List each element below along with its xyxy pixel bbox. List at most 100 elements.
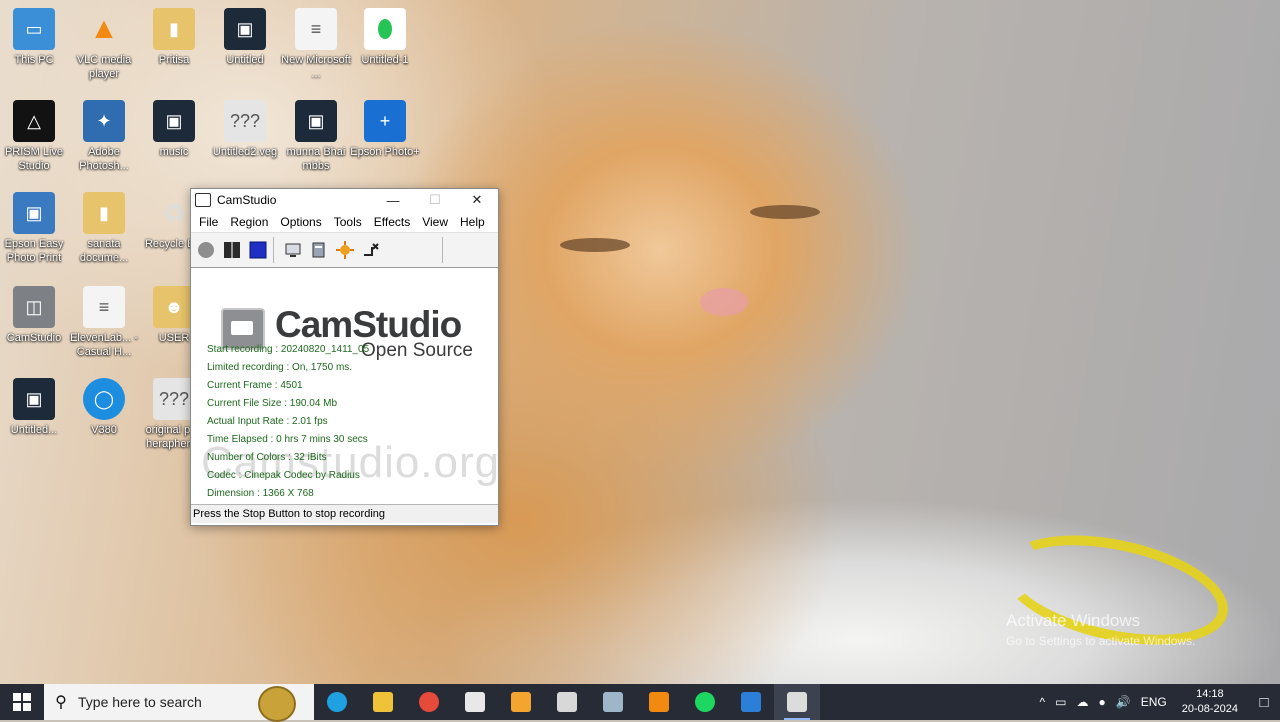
desktop-icon-label: VLC media player (76, 54, 132, 80)
desktop-icon[interactable]: ▣ Epson Easy Photo Print (0, 192, 70, 265)
windows-logo-icon (13, 693, 31, 711)
taskbar-app-vegas[interactable] (544, 684, 590, 720)
desktop-icon[interactable]: ▣ munna Bhai mbbs (280, 100, 352, 173)
toolbar-separator (442, 237, 443, 263)
wallpaper-detail (560, 238, 630, 252)
taskbar-app-file-explorer[interactable] (360, 684, 406, 720)
taskbar-app-video-editor[interactable] (452, 684, 498, 720)
effects-icon (336, 241, 354, 259)
desktop-icon[interactable]: ✦ Adobe Photosh... (68, 100, 140, 173)
taskbar-app-edge[interactable] (314, 684, 360, 720)
menu-region[interactable]: Region (224, 215, 274, 229)
taskbar-app-drawing-app[interactable] (728, 684, 774, 720)
menu-help[interactable]: Help (454, 215, 491, 229)
prism-icon: △ (13, 100, 55, 142)
chrome-icon (419, 692, 439, 712)
annotation-button[interactable] (308, 239, 330, 261)
video-file-icon: ▣ (153, 100, 195, 142)
desktop-icon[interactable]: △ PRISM Live Studio (0, 100, 70, 173)
desktop-icon[interactable]: ≡ ElevenLab... - Casual H... (68, 286, 140, 359)
info-time-elapsed: Time Elapsed : 0 hrs 7 mins 30 secs (207, 434, 368, 445)
file-explorer-icon (373, 692, 393, 712)
video-editor-icon (465, 692, 485, 712)
desktop-icon[interactable]: ▣ Untitled (209, 8, 281, 67)
taskbar: ⚲ Type here to search ^ ▭ ☁ ● 🔊 ENG 14:1… (0, 684, 1280, 722)
start-button[interactable] (0, 684, 44, 720)
close-button[interactable]: ✕ (456, 189, 498, 211)
language-indicator[interactable]: ENG (1136, 695, 1172, 709)
spotify-icon (695, 692, 715, 712)
camstudio-window[interactable]: CamStudio — ☐ ✕ File Region Options Tool… (190, 188, 499, 526)
tray-chevron-icon[interactable]: ^ (1035, 695, 1051, 709)
desktop-icon[interactable]: ▣ Untitled... (0, 378, 70, 437)
menu-tools[interactable]: Tools (328, 215, 368, 229)
info-current-frame: Current Frame : 4501 (207, 380, 303, 391)
desktop-icon[interactable]: ≡ New Microsoft ... (280, 8, 352, 81)
taskbar-app-media-player[interactable] (498, 684, 544, 720)
menu-bar: File Region Options Tools Effects View H… (191, 211, 498, 232)
pause-icon (224, 242, 240, 258)
desktop-icon-label: V380 (91, 424, 117, 436)
camera-icon (603, 692, 623, 712)
desktop-icon[interactable]: ▲ VLC media player (68, 8, 140, 81)
effects-button[interactable] (334, 239, 356, 261)
clock[interactable]: 14:18 20-08-2024 (1172, 687, 1248, 717)
desktop-icon-label: Adobe Photosh... (79, 146, 129, 172)
desktop-icon-label: munna Bhai mbbs (286, 146, 346, 172)
desktop-icon[interactable]: ??? Untitled2.veg (209, 100, 281, 159)
green-dot-icon (364, 8, 406, 50)
menu-effects[interactable]: Effects (368, 215, 416, 229)
record-button[interactable] (195, 239, 217, 261)
desktop-icon[interactable]: ▣ music (138, 100, 210, 159)
search-highlight-icon (258, 686, 296, 722)
vegas-icon (557, 692, 577, 712)
desktop-icon[interactable]: ▭ This PC (0, 8, 70, 67)
epson-icon: + (364, 100, 406, 142)
taskbar-app-chrome[interactable] (406, 684, 452, 720)
desktop-icon[interactable]: Untitled-1 (349, 8, 421, 67)
desktop-icon[interactable]: ◫ CamStudio (0, 286, 70, 345)
desktop-icon-label: This PC (14, 54, 54, 66)
desktop-icon-label: music (159, 146, 189, 158)
menu-view[interactable]: View (416, 215, 454, 229)
volume-icon[interactable]: 🔊 (1111, 695, 1136, 709)
desktop-icon-label: ElevenLab... - Casual H... (70, 332, 138, 358)
pause-button[interactable] (221, 239, 243, 261)
window-titlebar[interactable]: CamStudio — ☐ ✕ (191, 189, 498, 211)
stop-button[interactable] (247, 239, 269, 261)
menu-file[interactable]: File (193, 215, 224, 229)
taskbar-app-camstudio[interactable] (774, 684, 820, 720)
microphone-icon[interactable]: ● (1094, 695, 1111, 709)
minimize-button[interactable]: — (372, 189, 414, 211)
menu-options[interactable]: Options (274, 215, 327, 229)
system-tray: ^ ▭ ☁ ● 🔊 ENG 14:18 20-08-2024 □ (1035, 684, 1280, 720)
desktop-icon[interactable]: + Epson Photo+ (349, 100, 421, 159)
taskbar-app-camera[interactable] (590, 684, 636, 720)
taskbar-app-vlc[interactable] (636, 684, 682, 720)
notification-icon[interactable]: □ (1248, 694, 1280, 711)
unknown-file-icon: ??? (153, 378, 195, 420)
toolbar (191, 232, 498, 268)
video-file-icon: ▣ (13, 378, 55, 420)
video-file-icon: ▣ (224, 8, 266, 50)
desktop-icon-label: Pritisa (158, 54, 190, 66)
window-title: CamStudio (217, 193, 277, 207)
desktop-icon[interactable]: ▮ sanata docume... (68, 192, 140, 265)
desktop-icon[interactable]: ◯ V380 (68, 378, 140, 437)
cloud-icon[interactable]: ☁ (1072, 695, 1094, 709)
folder-icon: ▮ (83, 192, 125, 234)
screen-button[interactable] (282, 239, 304, 261)
desktop-icon-label: Epson Easy Photo Print (4, 238, 64, 264)
camstudio-icon: ◫ (13, 286, 55, 328)
taskbar-search-box[interactable]: ⚲ Type here to search (44, 684, 314, 722)
this-pc-icon: ▭ (13, 8, 55, 50)
desktop-icon-label: sanata docume... (79, 238, 129, 264)
taskbar-app-spotify[interactable] (682, 684, 728, 720)
v380-icon: ◯ (83, 378, 125, 420)
recording-info-panel: CamStudio Open Source Camstudio.org Star… (191, 268, 498, 504)
region-button[interactable] (360, 239, 382, 261)
maximize-button[interactable]: ☐ (414, 189, 456, 211)
document-icon: ≡ (83, 286, 125, 328)
desktop-icon[interactable]: ▮ Pritisa (138, 8, 210, 67)
network-icon[interactable]: ▭ (1050, 695, 1071, 709)
